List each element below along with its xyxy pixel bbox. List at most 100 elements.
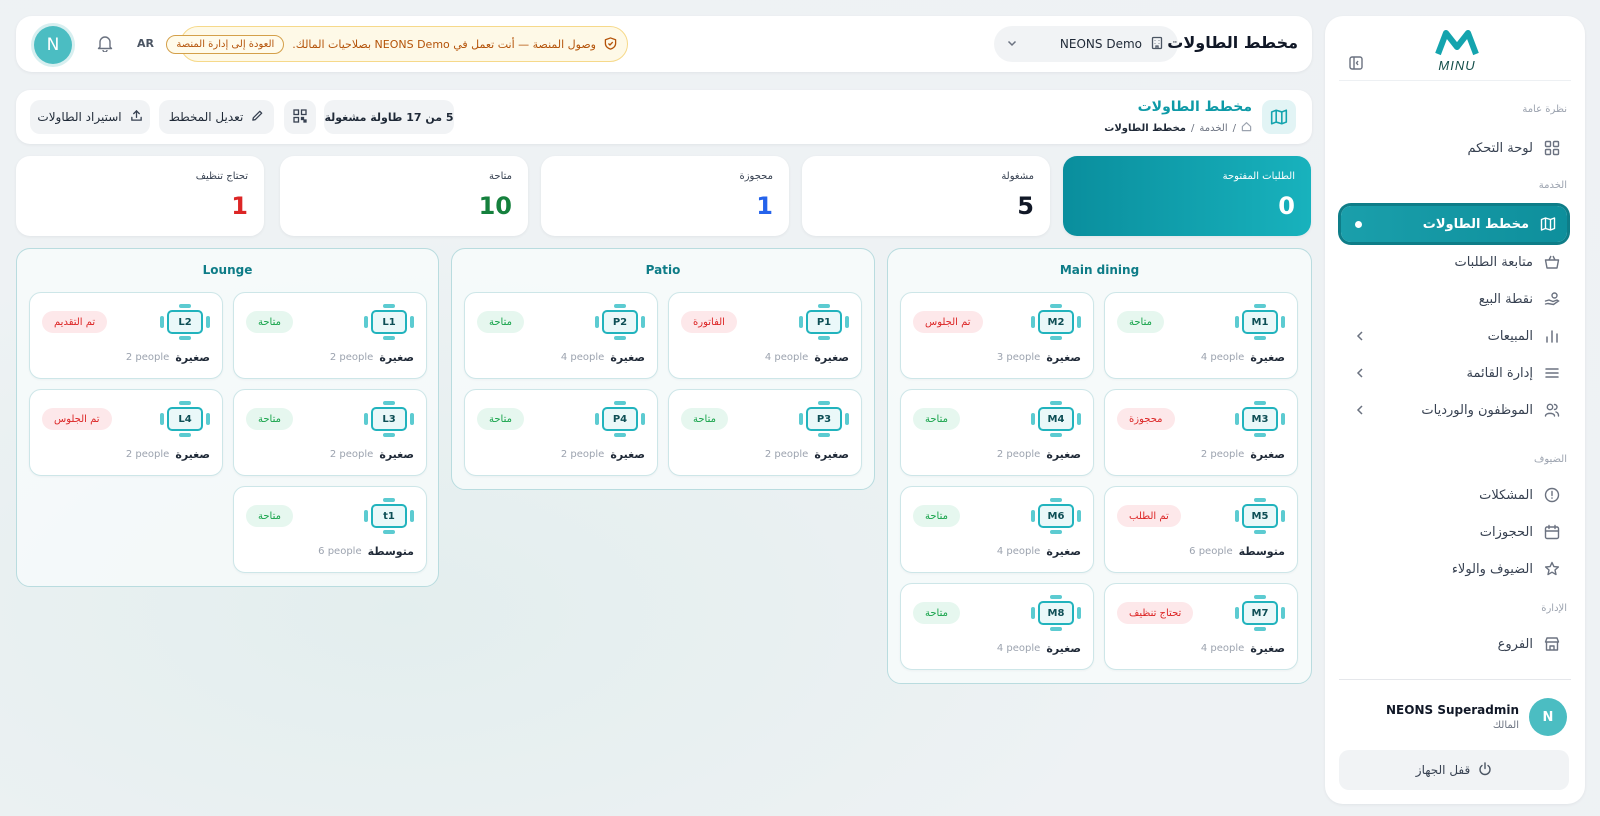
sidebar-item-issues[interactable]: المشكلات: [1339, 478, 1571, 512]
lock-device-button[interactable]: قفل الجهاز: [1339, 750, 1569, 790]
stat-label: الطلبات المفتوحة: [1222, 171, 1295, 182]
sidebar-item-staff[interactable]: الموظفون والورديات: [1339, 393, 1571, 427]
sidebar-item-label: الموظفون والورديات: [1421, 402, 1533, 418]
shield-icon: [604, 35, 617, 54]
table-card-m2[interactable]: M2 تم الجلوس صغيرة 3 people: [900, 292, 1094, 379]
edit-layout-button[interactable]: تعديل المخطط: [159, 100, 274, 134]
sidebar-item-dashboard[interactable]: لوحة التحكم: [1339, 131, 1571, 165]
table-status-badge: تم الجلوس: [42, 408, 112, 430]
import-tables-button[interactable]: استيراد الطاولات: [30, 100, 150, 134]
sidebar-item-menu[interactable]: إدارة القائمة: [1339, 356, 1571, 390]
table-card-p1[interactable]: P1 الفاتورة صغيرة 4 people: [668, 292, 862, 379]
sidebar-item-pos[interactable]: نقطة البيع: [1339, 282, 1571, 316]
table-code: P3: [806, 407, 842, 431]
table-code: L1: [371, 310, 407, 334]
store-icon: [1543, 635, 1561, 653]
table-card-m3[interactable]: M3 محجوزة صغيرة 2 people: [1104, 389, 1298, 476]
sidebar-item-label: الحجوزات: [1479, 524, 1533, 540]
table-size: متوسطة: [1238, 545, 1285, 558]
breadcrumb-separator: /: [1232, 122, 1236, 134]
bell-icon[interactable]: [96, 34, 116, 54]
chevron-left-icon: [1353, 366, 1367, 380]
table-shape-icon: P2: [595, 304, 645, 340]
logo-mark-icon: [1435, 30, 1479, 56]
table-card-p2[interactable]: P2 متاحة صغيرة 4 people: [464, 292, 658, 379]
table-size: صغيرة: [175, 448, 210, 461]
table-card-t1[interactable]: t1 متاحة متوسطة 6 people: [233, 486, 427, 573]
sidebar-item-branches[interactable]: الفروع: [1339, 627, 1571, 661]
table-shape-icon: P1: [799, 304, 849, 340]
user-name: NEONS Superadmin: [1386, 703, 1519, 717]
sidebar-item-orders[interactable]: متابعة الطلبات: [1339, 245, 1571, 279]
table-size: صغيرة: [379, 351, 414, 364]
table-card-l1[interactable]: L1 متاحة صغيرة 2 people: [233, 292, 427, 379]
table-status-badge: متاحة: [246, 408, 293, 430]
table-size: صغيرة: [610, 351, 645, 364]
return-to-platform-button[interactable]: العودة إلى إدارة المنصة: [166, 34, 285, 54]
table-shape-icon: M4: [1031, 401, 1081, 437]
table-card-p4[interactable]: P4 متاحة صغيرة 2 people: [464, 389, 658, 476]
sidebar-item-reservations[interactable]: الحجوزات: [1339, 515, 1571, 549]
sidebar-item-label: الفروع: [1497, 636, 1533, 652]
sidebar-item-floor-plan[interactable]: مخطط الطاولات: [1341, 206, 1567, 242]
breadcrumb-separator: /: [1191, 122, 1195, 134]
table-size: صغيرة: [1046, 642, 1081, 655]
table-size: صغيرة: [1250, 448, 1285, 461]
table-code: M5: [1242, 504, 1278, 528]
stat-value: 0: [1278, 192, 1295, 220]
table-card-m8[interactable]: M8 متاحة صغيرة 4 people: [900, 583, 1094, 670]
stat-occupied: مشغولة 5: [802, 156, 1050, 236]
sidebar-item-label: الضيوف والولاء: [1451, 561, 1533, 577]
avatar[interactable]: N: [34, 26, 72, 64]
user-profile[interactable]: NEONS Superadmin المالك N: [1386, 698, 1567, 736]
table-card-m6[interactable]: M6 متاحة صغيرة 4 people: [900, 486, 1094, 573]
language-toggle[interactable]: AR: [137, 37, 154, 50]
qr-code-icon: [293, 108, 307, 126]
table-card-m7[interactable]: M7 تحتاج تنظيف صغيرة 4 people: [1104, 583, 1298, 670]
platform-access-banner: وصول المنصة — أنت تعمل في NEONS Demo بصل…: [166, 26, 628, 62]
table-size: صغيرة: [610, 448, 645, 461]
table-code: P1: [806, 310, 842, 334]
breadcrumb: / الخدمة / مخطط الطاولات: [1104, 121, 1252, 135]
table-card-l4[interactable]: L4 تم الجلوس صغيرة 2 people: [29, 389, 223, 476]
table-card-p3[interactable]: P3 متاحة صغيرة 2 people: [668, 389, 862, 476]
sidebar-collapse-icon[interactable]: [1345, 52, 1367, 74]
organization-select[interactable]: NEONS Demo: [994, 26, 1178, 62]
zone-main-dining: Main dining M1 متاحة صغيرة 4 people M2 تم الج…: [887, 248, 1312, 684]
users-icon: [1543, 401, 1561, 419]
table-shape-icon: P3: [799, 401, 849, 437]
table-status-badge: متاحة: [913, 408, 960, 430]
table-status-badge: متاحة: [246, 505, 293, 527]
table-status-badge: متاحة: [1117, 311, 1164, 333]
table-status-badge: متاحة: [913, 602, 960, 624]
sidebar-item-sales[interactable]: المبيعات: [1339, 319, 1571, 353]
qr-code-button[interactable]: [284, 100, 316, 134]
table-size: صغيرة: [1046, 448, 1081, 461]
edit-label: تعديل المخطط: [168, 110, 244, 124]
table-card-m4[interactable]: M4 متاحة صغيرة 2 people: [900, 389, 1094, 476]
table-card-l3[interactable]: L3 متاحة صغيرة 2 people: [233, 389, 427, 476]
table-capacity: 2 people: [125, 449, 170, 460]
table-card-m1[interactable]: M1 متاحة صغيرة 4 people: [1104, 292, 1298, 379]
sidebar-item-label: إدارة القائمة: [1466, 365, 1533, 381]
stat-reserved: محجوزة 1: [541, 156, 789, 236]
dashboard-icon: [1543, 139, 1561, 157]
pencil-icon: [251, 109, 264, 125]
zone-title: Patio: [645, 263, 681, 277]
table-card-m5[interactable]: M5 تم الطلب متوسطة 6 people: [1104, 486, 1298, 573]
sidebar-item-label: المبيعات: [1487, 328, 1533, 344]
home-icon[interactable]: [1241, 121, 1252, 135]
table-shape-icon: L4: [160, 401, 210, 437]
table-size: صغيرة: [1046, 545, 1081, 558]
table-status-badge: تم الطلب: [1117, 505, 1181, 527]
table-capacity: 2 people: [329, 449, 374, 460]
table-capacity: 6 people: [1189, 546, 1233, 557]
breadcrumb-parent[interactable]: الخدمة: [1199, 123, 1227, 134]
occupancy-badge: 5 من 17 طاولة مشغولة: [324, 100, 454, 134]
alert-circle-icon: [1543, 486, 1561, 504]
table-card-l2[interactable]: L2 تم التقديم صغيرة 2 people: [29, 292, 223, 379]
stat-value: 1: [756, 192, 773, 220]
table-size: صغيرة: [1046, 351, 1081, 364]
table-size: متوسطة: [367, 545, 414, 558]
sidebar-item-loyalty[interactable]: الضيوف والولاء: [1339, 552, 1571, 586]
